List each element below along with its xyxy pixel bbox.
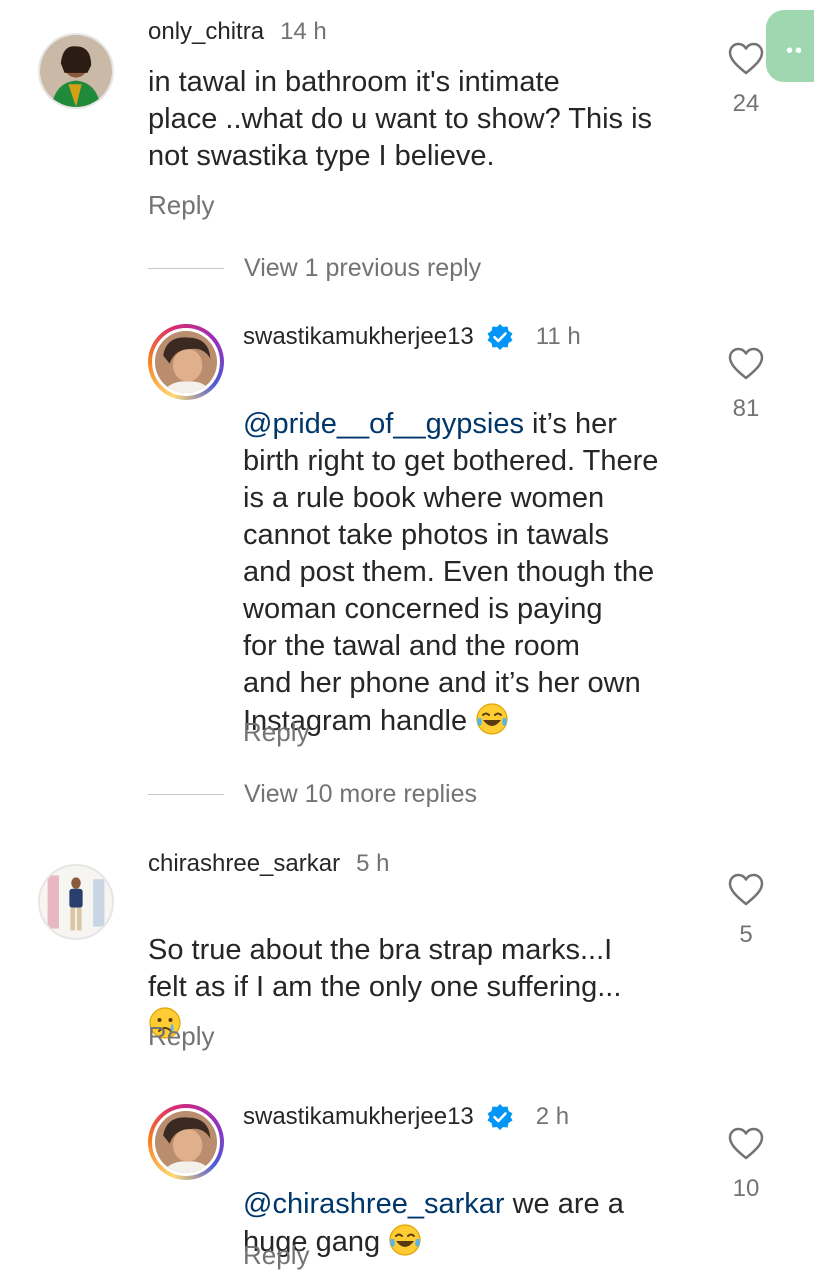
divider-line <box>148 794 224 795</box>
verified-badge-icon <box>486 1103 514 1131</box>
like-control[interactable]: 81 <box>716 347 776 423</box>
view-previous-label[interactable]: View 1 previous reply <box>244 254 481 283</box>
comment-text: in tawal in bathroom it's intimate place… <box>148 66 653 172</box>
avatar[interactable] <box>148 1104 224 1180</box>
heart-icon[interactable] <box>728 42 764 76</box>
comment-username[interactable]: chirashree_sarkar <box>148 850 340 878</box>
reply-button[interactable]: Reply <box>148 190 214 221</box>
tears-of-joy-emoji-icon <box>475 702 509 736</box>
comment-text: @chirashree_sarkar we are a huge gang <box>243 1149 713 1261</box>
like-control[interactable]: 24 <box>716 42 776 118</box>
comment-time: 5 h <box>356 850 390 877</box>
divider-line <box>148 268 224 269</box>
avatar-image <box>40 866 112 938</box>
reply-button[interactable]: Reply <box>148 1021 214 1052</box>
reply-button[interactable]: Reply <box>243 1240 309 1271</box>
avatar[interactable] <box>38 864 114 940</box>
comment-username[interactable]: swastikamukherjee13 <box>243 1103 474 1131</box>
like-count: 24 <box>732 90 760 117</box>
avatar[interactable] <box>148 324 224 400</box>
comment-time: 14 h <box>280 18 327 45</box>
comment-username[interactable]: only_chitra <box>148 18 264 46</box>
comment-text: @pride__of__gypsies it’s her birth right… <box>243 369 713 740</box>
avatar[interactable] <box>38 33 114 109</box>
comment-time: 11 h <box>535 323 581 350</box>
comment-body: it’s her birth right to get bothered. Th… <box>243 408 659 737</box>
like-count: 81 <box>732 395 760 422</box>
heart-icon[interactable] <box>728 1127 764 1161</box>
more-dots-icon: •• <box>786 40 805 62</box>
heart-icon[interactable] <box>728 347 764 381</box>
avatar-image <box>155 331 217 393</box>
like-control[interactable]: 10 <box>716 1127 776 1203</box>
avatar-image <box>40 35 112 107</box>
heart-icon[interactable] <box>728 873 764 907</box>
view-previous-reply[interactable]: View 1 previous reply <box>148 254 481 283</box>
tears-of-joy-emoji-icon <box>388 1223 422 1257</box>
mention-link[interactable]: @pride__of__gypsies <box>243 408 524 440</box>
reply-button[interactable]: Reply <box>243 717 309 748</box>
comment-text: So true about the bra strap marks...I fe… <box>148 895 708 1044</box>
avatar-image <box>155 1111 217 1173</box>
view-more-replies[interactable]: View 10 more replies <box>148 780 477 809</box>
view-more-label[interactable]: View 10 more replies <box>244 780 477 809</box>
comment-username[interactable]: swastikamukherjee13 <box>243 323 474 351</box>
like-count: 5 <box>739 921 753 948</box>
mention-link[interactable]: @chirashree_sarkar <box>243 1188 505 1220</box>
comment-time: 2 h <box>535 1103 570 1130</box>
like-count: 10 <box>732 1175 760 1202</box>
verified-badge-icon <box>486 323 514 351</box>
comment-body: So true about the bra strap marks...I fe… <box>148 934 622 1003</box>
like-control[interactable]: 5 <box>716 873 776 949</box>
